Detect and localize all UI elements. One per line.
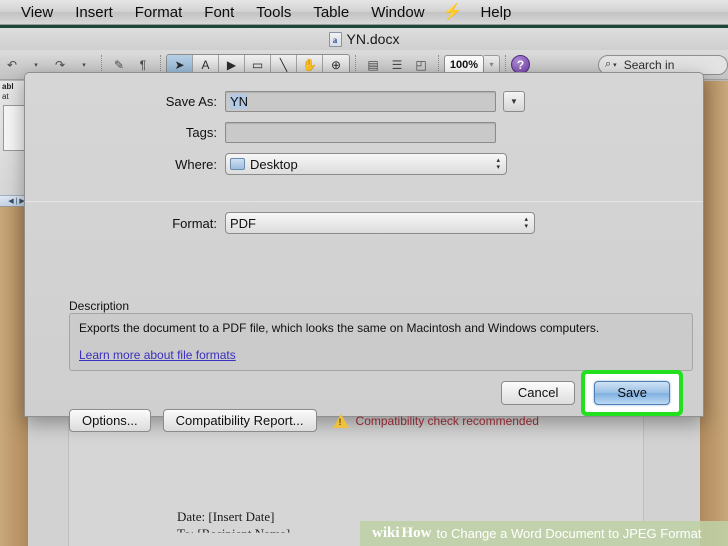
menu-bar: View Insert Format Font Tools Table Wind…	[0, 0, 728, 25]
folder-icon	[230, 158, 245, 170]
tags-input[interactable]	[225, 122, 496, 143]
format-value: PDF	[230, 215, 256, 231]
menu-window[interactable]: Window	[360, 0, 435, 25]
menu-view[interactable]: View	[10, 0, 64, 25]
format-stepper-icon[interactable]: ▴ ▾	[524, 216, 528, 230]
save-as-value: YN	[230, 94, 249, 109]
learn-more-link[interactable]: Learn more about file formats	[79, 348, 236, 362]
format-select[interactable]: PDF ▴ ▾	[225, 212, 535, 234]
save-as-label: Save As:	[165, 94, 217, 109]
tags-row: Tags:	[25, 122, 703, 143]
save-button-highlight: Save	[581, 370, 683, 416]
search-icon: ⌕	[605, 58, 612, 70]
watermark: wiki How to Change a Word Document to JP…	[360, 521, 728, 546]
document-line-date: Date: [Insert Date]	[177, 509, 275, 524]
dialog-divider-top	[25, 201, 703, 202]
menu-table[interactable]: Table	[302, 0, 360, 25]
where-value: Desktop	[250, 156, 298, 172]
search-chevron-down-icon[interactable]: ▾	[613, 61, 617, 69]
where-stepper-icon[interactable]: ▴ ▾	[496, 157, 500, 171]
where-select[interactable]: Desktop ▴ ▾	[225, 153, 507, 175]
window-title-bar[interactable]: a YN.docx	[0, 28, 728, 50]
document-line-recipient: To: [Recipient Name]	[177, 526, 291, 541]
description-box: Exports the document to a PDF file, whic…	[69, 313, 693, 371]
description-label: Description	[69, 299, 130, 313]
description-text: Exports the document to a PDF file, whic…	[79, 321, 600, 335]
dialog-footer: Cancel Save	[25, 370, 703, 416]
menu-help[interactable]: Help	[469, 0, 522, 25]
watermark-title: to Change a Word Document to JPEG Format	[436, 526, 702, 541]
format-row: Format: PDF ▴ ▾	[25, 212, 535, 234]
save-as-row: Save As: YN ▼	[25, 91, 703, 112]
watermark-how: How	[401, 525, 432, 541]
dialog-fields: Save As: YN ▼ Tags: Where: Desktop ▴ ▾	[25, 91, 703, 185]
desktop-background-right	[700, 81, 728, 546]
where-row: Where: Desktop ▴ ▾	[25, 153, 703, 175]
menu-font[interactable]: Font	[193, 0, 245, 25]
watermark-wiki: wiki	[372, 525, 400, 541]
tags-label: Tags:	[185, 125, 217, 140]
menu-tools[interactable]: Tools	[245, 0, 302, 25]
where-label: Where:	[175, 156, 217, 172]
document-body-text: Date: [Insert Date] To: [Recipient Name]	[177, 508, 290, 542]
flash-bolt-icon[interactable]: ⚡	[436, 0, 470, 25]
search-placeholder: Search in	[623, 57, 675, 72]
save-as-input[interactable]: YN	[225, 91, 496, 112]
save-as-dialog: Save As: YN ▼ Tags: Where: Desktop ▴ ▾ F…	[24, 72, 704, 432]
expand-chevron-down-icon[interactable]: ▼	[503, 91, 525, 112]
menu-insert[interactable]: Insert	[64, 0, 124, 25]
app-root: View Insert Format Font Tools Table Wind…	[0, 0, 728, 546]
menu-format[interactable]: Format	[124, 0, 194, 25]
document-file-icon: a	[328, 31, 342, 47]
cancel-button[interactable]: Cancel	[500, 381, 576, 405]
undo-icon[interactable]: ↶	[1, 54, 23, 75]
window-title: YN.docx	[346, 31, 400, 47]
save-button[interactable]: Save	[594, 381, 670, 405]
format-label: Format:	[172, 215, 217, 231]
